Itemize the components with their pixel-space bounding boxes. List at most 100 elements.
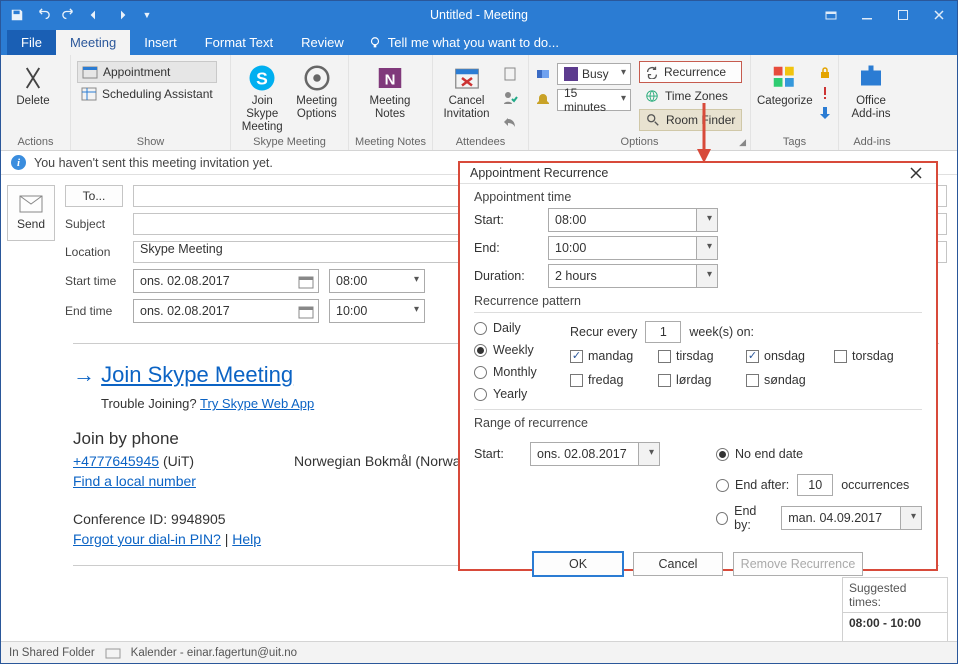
- send-button[interactable]: Send: [7, 185, 55, 241]
- categories-icon: [770, 63, 800, 93]
- high-importance-icon[interactable]: [817, 85, 833, 101]
- save-icon[interactable]: [5, 4, 29, 26]
- ribbon-tabs: File Meeting Insert Format Text Review T…: [1, 29, 957, 55]
- occurrences-input[interactable]: 10: [797, 474, 833, 496]
- tab-insert[interactable]: Insert: [130, 30, 191, 55]
- categorize-button[interactable]: Categorize: [757, 59, 813, 108]
- show-as-combo[interactable]: Busy: [557, 63, 631, 85]
- tab-review[interactable]: Review: [287, 30, 358, 55]
- private-lock-icon[interactable]: [817, 65, 833, 81]
- minimize-icon[interactable]: [849, 1, 885, 29]
- bell-icon: [535, 92, 551, 108]
- group-label-tags: Tags: [757, 135, 832, 148]
- chk-torsdag[interactable]: torsdag: [834, 349, 922, 363]
- find-local-number-link[interactable]: Find a local number: [73, 473, 196, 489]
- radio-daily[interactable]: Daily: [474, 321, 552, 335]
- recurrence-duration[interactable]: 2 hours: [548, 264, 718, 288]
- tell-me-search[interactable]: Tell me what you want to do...: [358, 30, 569, 55]
- redo-icon[interactable]: [57, 4, 81, 26]
- address-book-button[interactable]: [498, 63, 522, 85]
- response-options-button[interactable]: [498, 111, 522, 133]
- remove-recurrence-button[interactable]: Remove Recurrence: [733, 552, 863, 576]
- person-check-icon: [502, 90, 518, 106]
- meeting-options-button[interactable]: Meeting Options: [292, 59, 343, 121]
- chk-sondag[interactable]: søndag: [746, 373, 834, 387]
- radio-weekly[interactable]: Weekly: [474, 343, 552, 357]
- close-icon[interactable]: [921, 1, 957, 29]
- onenote-icon: N: [375, 63, 405, 93]
- chk-tirsdag[interactable]: tirsdag: [658, 349, 746, 363]
- start-time-input[interactable]: 08:00: [329, 269, 425, 293]
- chk-lordag[interactable]: lørdag: [658, 373, 746, 387]
- delete-icon: [18, 63, 48, 93]
- join-skype-link[interactable]: Join Skype Meeting: [101, 362, 293, 387]
- tab-meeting[interactable]: Meeting: [56, 30, 130, 55]
- start-date-input[interactable]: ons. 02.08.2017: [133, 269, 319, 293]
- chk-onsdag[interactable]: onsdag: [746, 349, 834, 363]
- tab-format-text[interactable]: Format Text: [191, 30, 287, 55]
- radio-no-end-date[interactable]: No end date: [716, 447, 922, 461]
- show-as-icon: [535, 66, 551, 82]
- check-names-button[interactable]: [498, 87, 522, 109]
- maximize-icon[interactable]: [885, 1, 921, 29]
- to-button[interactable]: To...: [65, 185, 123, 207]
- end-by-date[interactable]: man. 04.09.2017: [781, 506, 922, 530]
- previous-item-icon[interactable]: [83, 4, 107, 26]
- subject-label: Subject: [65, 217, 123, 231]
- room-finder-button[interactable]: Room Finder: [639, 109, 742, 131]
- appointment-button[interactable]: Appointment: [77, 61, 217, 83]
- shared-folder-name: Kalender - einar.fagertun@uit.no: [131, 647, 297, 659]
- cancel-button[interactable]: Cancel: [633, 552, 723, 576]
- calendar-picker-icon: [298, 304, 314, 320]
- undo-icon[interactable]: [31, 4, 55, 26]
- radio-monthly[interactable]: Monthly: [474, 365, 552, 379]
- recur-every-input[interactable]: 1: [645, 321, 681, 343]
- group-label-attendees: Attendees: [439, 135, 522, 148]
- dialog-title: Appointment Recurrence: [470, 166, 608, 180]
- scheduling-assistant-button[interactable]: Scheduling Assistant: [77, 83, 217, 105]
- tab-file[interactable]: File: [7, 30, 56, 55]
- reminder-combo[interactable]: 15 minutes: [557, 89, 631, 111]
- recurrence-start-time[interactable]: 08:00: [548, 208, 718, 232]
- info-icon: i: [11, 155, 26, 170]
- end-time-label: End time: [65, 304, 123, 318]
- ribbon-display-icon[interactable]: [813, 1, 849, 29]
- range-start-date[interactable]: ons. 02.08.2017: [530, 442, 660, 466]
- end-time-input[interactable]: 10:00: [329, 299, 425, 323]
- office-addins-button[interactable]: Office Add-ins: [845, 59, 897, 121]
- low-importance-icon[interactable]: [817, 105, 833, 121]
- phone-number-link[interactable]: +4777645945: [73, 453, 159, 469]
- options-launcher-icon[interactable]: ◢: [739, 137, 746, 148]
- next-item-icon[interactable]: [109, 4, 133, 26]
- lightbulb-icon: [368, 36, 382, 50]
- chk-mandag[interactable]: mandag: [570, 349, 658, 363]
- radio-yearly[interactable]: Yearly: [474, 387, 552, 401]
- end-date-input[interactable]: ons. 02.08.2017: [133, 299, 319, 323]
- ok-button[interactable]: OK: [533, 552, 623, 576]
- group-label-actions: Actions: [7, 135, 64, 148]
- quick-access-toolbar: ▼: [1, 4, 163, 26]
- cancel-calendar-icon: [452, 63, 482, 93]
- dialog-close-button[interactable]: [906, 163, 926, 183]
- customize-qat-icon[interactable]: ▼: [135, 4, 159, 26]
- recurrence-end-time[interactable]: 10:00: [548, 236, 718, 260]
- help-link[interactable]: Help: [232, 531, 261, 547]
- status-bar: In Shared Folder Kalender - einar.fagert…: [1, 641, 957, 663]
- radio-end-by[interactable]: End by:: [716, 504, 773, 532]
- group-label-options: Options: [535, 135, 744, 148]
- skype-web-app-link[interactable]: Try Skype Web App: [200, 396, 314, 411]
- delete-button[interactable]: Delete: [7, 59, 59, 108]
- scheduling-icon: [81, 86, 97, 102]
- recurrence-dialog: Appointment Recurrence Appointment time …: [458, 161, 938, 571]
- addins-icon: [856, 63, 886, 93]
- join-skype-meeting-button[interactable]: S Join Skype Meeting: [237, 59, 288, 134]
- search-icon: [646, 113, 660, 127]
- forgot-pin-link[interactable]: Forgot your dial-in PIN?: [73, 531, 221, 547]
- chk-fredag[interactable]: fredag: [570, 373, 658, 387]
- cancel-invitation-button[interactable]: Cancel Invitation: [439, 59, 494, 121]
- recurrence-button[interactable]: Recurrence: [639, 61, 742, 83]
- recurrence-icon: [645, 65, 659, 79]
- radio-end-after[interactable]: End after:: [716, 478, 789, 492]
- meeting-notes-button[interactable]: N Meeting Notes: [355, 59, 425, 121]
- time-zones-button[interactable]: Time Zones: [639, 85, 742, 107]
